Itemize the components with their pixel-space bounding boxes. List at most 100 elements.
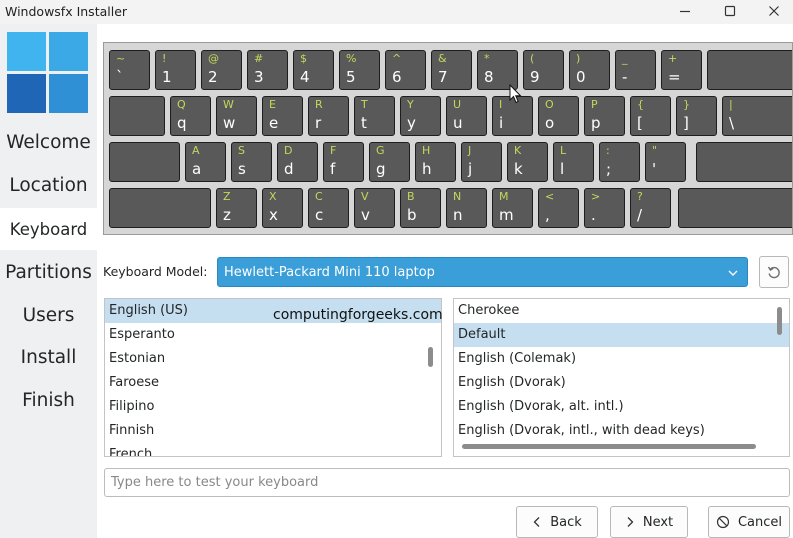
list-item[interactable]: Estonian xyxy=(105,347,441,371)
key-primary-label: q xyxy=(177,114,187,132)
key-primary-label: y xyxy=(407,114,416,132)
keyboard-key: ? / xyxy=(630,188,671,228)
key-primary-label: d xyxy=(284,160,294,178)
keyboard-key xyxy=(707,50,792,90)
cancel-button[interactable]: Cancel xyxy=(708,506,790,538)
list-item[interactable]: English (Dvorak, intl., with dead keys) xyxy=(454,419,789,443)
next-button[interactable]: Next xyxy=(610,506,688,538)
keyboard-model-select[interactable]: Hewlett-Packard Mini 110 laptop xyxy=(217,257,748,287)
keyboard-model-value: Hewlett-Packard Mini 110 laptop xyxy=(224,264,435,280)
reset-icon xyxy=(767,266,780,279)
sidebar-step-finish: Finish xyxy=(22,389,75,411)
key-shift-label: A xyxy=(192,144,200,157)
key-primary-label: v xyxy=(361,206,370,224)
keyboard-key: + = xyxy=(661,50,702,90)
list-item[interactable]: English (Dvorak, alt. intl.) xyxy=(454,395,789,419)
key-shift-label: _ xyxy=(622,52,628,65)
key-primary-label: w xyxy=(223,114,236,132)
key-primary-label: l xyxy=(560,160,565,178)
keyboard-key: & 7 xyxy=(431,50,472,90)
back-button[interactable]: Back xyxy=(516,506,598,538)
logo-tile xyxy=(7,74,46,113)
list-item[interactable]: French xyxy=(105,443,441,456)
key-shift-label: Y xyxy=(407,98,414,111)
key-shift-label: X xyxy=(269,190,277,203)
key-shift-label: E xyxy=(269,98,276,111)
list-item[interactable]: Filipino xyxy=(105,395,441,419)
key-primary-label: ] xyxy=(683,114,689,132)
chevron-right-icon xyxy=(627,517,634,527)
list-item[interactable]: Cherokee xyxy=(454,299,789,323)
back-button-label: Back xyxy=(550,514,582,530)
sidebar-step-install: Install xyxy=(20,346,77,368)
variant-list-scrollbar[interactable] xyxy=(777,307,782,335)
key-primary-label: s xyxy=(238,160,246,178)
key-primary-label: h xyxy=(422,160,432,178)
key-shift-label: Q xyxy=(177,98,186,111)
key-primary-label: 1 xyxy=(162,68,172,86)
cancel-icon xyxy=(716,515,730,529)
list-item[interactable]: Faroese xyxy=(105,371,441,395)
keyboard-key: Uu xyxy=(446,96,487,136)
key-primary-label: e xyxy=(269,114,279,132)
close-button[interactable] xyxy=(752,0,793,22)
key-primary-label: 3 xyxy=(254,68,264,86)
maximize-button[interactable] xyxy=(708,0,752,22)
keyboard-key: Hh xyxy=(415,142,456,182)
keyboard-key xyxy=(696,142,792,182)
key-primary-label: [ xyxy=(637,114,643,132)
sidebar-step-keyboard: Keyboard xyxy=(0,208,97,250)
keyboard-key: Rr xyxy=(308,96,349,136)
title-bar: Windowsfx Installer xyxy=(0,0,793,24)
key-shift-label: S xyxy=(238,144,245,157)
key-shift-label: L xyxy=(560,144,567,157)
list-item[interactable]: Esperanto xyxy=(105,323,441,347)
keyboard-key: >. xyxy=(584,188,625,228)
variant-list[interactable]: Cherokee Default English (Colemak) English … xyxy=(453,298,790,457)
keyboard-key: Mm xyxy=(492,188,533,228)
windows-logo-icon xyxy=(7,32,88,113)
key-primary-label: 8 xyxy=(484,68,494,86)
variant-list-hscrollbar[interactable] xyxy=(462,444,756,449)
maximize-icon xyxy=(724,5,736,17)
keyboard-test-input[interactable] xyxy=(104,468,790,497)
list-item[interactable]: Finnish xyxy=(105,419,441,443)
list-item[interactable]: Default xyxy=(454,323,789,347)
key-primary-label: c xyxy=(315,206,324,224)
key-shift-label: C xyxy=(315,190,323,203)
key-shift-label: H xyxy=(422,144,431,157)
keyboard-preview: ~ `! 1 @2 #3 $4% 5 ^ 6 & 7 * 8(9) 0 _ - + = Qq Ww Ee Rr Tt Yy Uu… xyxy=(103,42,793,235)
watermark-text: computingforgeeks.com xyxy=(273,307,443,323)
key-shift-label: N xyxy=(453,190,462,203)
keyboard-key xyxy=(109,142,180,182)
keyboard-key: ! 1 xyxy=(155,50,196,90)
keyboard-model-label: Keyboard Model: xyxy=(103,264,208,279)
keyboard-key: Gg xyxy=(369,142,410,182)
key-shift-label: | xyxy=(729,98,733,111)
key-shift-label: ? xyxy=(637,190,643,203)
list-item[interactable]: English (Colemak) xyxy=(454,347,789,371)
minimize-button[interactable] xyxy=(663,0,707,22)
key-shift-label: R xyxy=(315,98,323,111)
sidebar-step-partitions: Partitions xyxy=(5,261,92,283)
key-shift-label: # xyxy=(254,52,264,65)
keyboard-key: Jj xyxy=(461,142,502,182)
list-item[interactable]: English (Dvorak) xyxy=(454,371,789,395)
cancel-button-label: Cancel xyxy=(737,514,783,530)
layout-list-scrollbar[interactable] xyxy=(428,347,433,367)
keyboard-key xyxy=(678,188,792,228)
key-shift-label: ( xyxy=(530,52,535,65)
key-shift-label: : xyxy=(606,144,610,157)
mouse-pointer-icon xyxy=(509,84,522,104)
keyboard-key: ) 0 xyxy=(569,50,610,90)
key-primary-label: k xyxy=(514,160,523,178)
key-primary-label: b xyxy=(407,206,417,224)
key-primary-label: 6 xyxy=(392,68,402,86)
key-shift-label: Z xyxy=(223,190,231,203)
reset-model-button[interactable] xyxy=(759,256,789,288)
key-primary-label: g xyxy=(376,160,386,178)
key-primary-label: r xyxy=(315,114,322,132)
key-shift-label: G xyxy=(376,144,385,157)
keyboard-key: {[ xyxy=(630,96,671,136)
key-primary-label: i xyxy=(499,114,504,132)
